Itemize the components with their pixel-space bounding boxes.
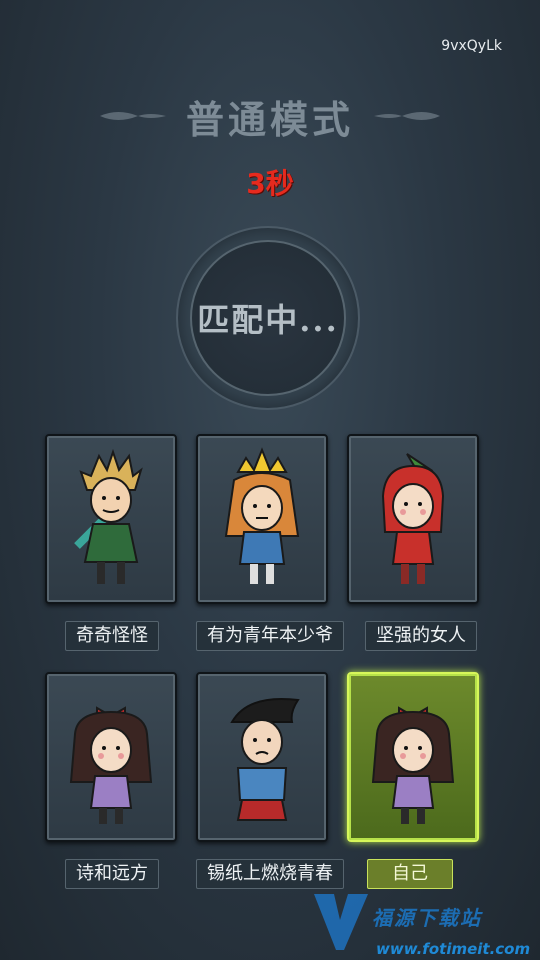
left-ornament-icon bbox=[99, 112, 166, 120]
player-name-self: 自己 bbox=[367, 859, 453, 889]
watermark-brand: 福源下载站 bbox=[372, 906, 482, 930]
mode-title-banner: 普通模式 bbox=[0, 88, 540, 144]
player-slot-1: 奇奇怪怪 bbox=[45, 434, 177, 651]
player-slot-2: 有为青年本少爷 bbox=[196, 434, 344, 651]
character-sword-icon bbox=[74, 448, 143, 584]
mode-title: 普通模式 bbox=[185, 96, 354, 142]
player-avatar-frame bbox=[196, 434, 328, 604]
right-ornament-icon bbox=[374, 112, 440, 120]
character-bow-girl-icon bbox=[69, 706, 153, 824]
player-name: 奇奇怪怪 bbox=[65, 621, 159, 651]
player-slot-4: 诗和远方 bbox=[45, 672, 177, 889]
character-bow-girl-icon bbox=[371, 706, 455, 824]
countdown-timer: 3秒 bbox=[246, 167, 294, 200]
room-code: 9vxQyLk bbox=[441, 38, 502, 54]
watermark-url: www.fotimeit.com bbox=[376, 940, 531, 958]
matching-indicator: 匹配中... bbox=[190, 240, 346, 396]
matching-status: 匹配中... bbox=[197, 301, 339, 339]
player-avatar-frame bbox=[347, 434, 479, 604]
player-slot-3: 坚强的女人 bbox=[347, 434, 479, 651]
player-slot-5: 锡纸上燃烧青春 bbox=[196, 672, 344, 889]
player-avatar-frame bbox=[196, 672, 328, 842]
player-name: 坚强的女人 bbox=[365, 621, 477, 651]
player-name: 有为青年本少爷 bbox=[196, 621, 344, 651]
player-slot-self: 自己 bbox=[347, 672, 479, 889]
player-avatar-frame bbox=[45, 672, 177, 842]
character-crown-icon bbox=[224, 447, 300, 584]
player-avatar-frame bbox=[347, 672, 479, 842]
character-suit-man-icon bbox=[230, 698, 300, 821]
player-name: 诗和远方 bbox=[65, 859, 159, 889]
player-name: 锡纸上燃烧青春 bbox=[196, 859, 344, 889]
player-avatar-frame bbox=[45, 434, 177, 604]
character-red-hood-icon bbox=[381, 453, 445, 584]
